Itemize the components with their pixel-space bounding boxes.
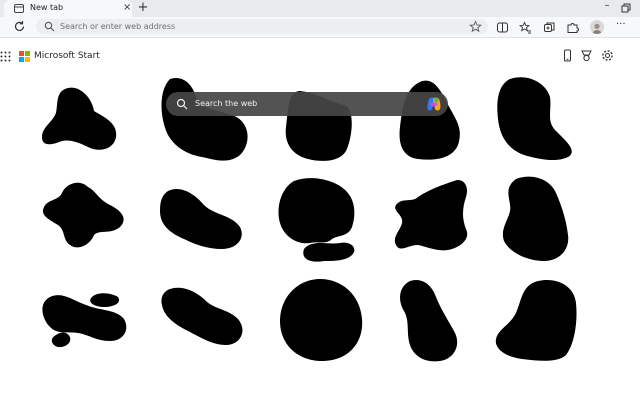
address-bar-placeholder: Search or enter web address	[60, 22, 176, 31]
search-icon	[176, 98, 188, 110]
blob-shape	[502, 176, 569, 261]
profile-avatar[interactable]	[590, 20, 604, 34]
tab-new-tab[interactable]: New tab ×	[4, 0, 132, 17]
copilot-icon[interactable]	[425, 95, 443, 113]
blob-shape	[51, 332, 71, 348]
microsoft-logo	[19, 51, 30, 62]
app-launcher-icon[interactable]	[0, 51, 11, 62]
web-search-placeholder: Search the web	[195, 99, 258, 108]
avatar-icon	[592, 23, 602, 34]
blob-shape	[394, 179, 468, 251]
browser-toolbar: Search or enter web address ···	[0, 17, 640, 38]
new-tab-button[interactable]: +	[136, 1, 150, 15]
address-bar[interactable]: Search or enter web address	[36, 19, 488, 34]
blob-shape	[497, 77, 572, 161]
minimize-button[interactable]: –	[601, 0, 613, 14]
tab-title: New tab	[30, 3, 64, 12]
collections-icon[interactable]	[543, 21, 556, 34]
brand-title[interactable]: Microsoft Start	[34, 49, 100, 63]
blob-shape	[160, 188, 242, 249]
blob-shape	[42, 182, 124, 248]
blob-shape	[495, 279, 577, 361]
search-icon	[44, 21, 55, 32]
phone-icon[interactable]	[561, 49, 574, 62]
blob-shape	[42, 87, 117, 150]
blob-shape	[280, 279, 363, 361]
rewards-icon[interactable]	[580, 49, 593, 62]
blob-shape	[400, 279, 458, 362]
favorite-star-icon[interactable]	[469, 20, 482, 33]
more-options-button[interactable]: ···	[616, 19, 626, 30]
favorites-icon[interactable]	[519, 21, 532, 34]
browser-window: New tab × + – Search or enter web addres…	[0, 0, 640, 400]
extensions-icon[interactable]	[566, 21, 579, 34]
tab-close-button[interactable]: ×	[123, 2, 131, 14]
web-search-box[interactable]: Search the web	[166, 92, 448, 116]
refresh-icon[interactable]	[13, 20, 26, 33]
new-tab-page: Microsoft Start Search the web	[0, 39, 640, 400]
tab-strip: New tab × + –	[0, 0, 640, 17]
settings-icon[interactable]	[601, 49, 614, 62]
blob-shape	[90, 293, 120, 307]
blob-shape	[161, 287, 243, 345]
tab-page-icon	[14, 4, 24, 13]
restore-icon[interactable]	[619, 1, 633, 15]
blob-shape	[303, 242, 355, 262]
blob-shape	[161, 77, 248, 161]
split-screen-icon[interactable]	[496, 21, 509, 34]
blob-shape	[278, 178, 355, 244]
